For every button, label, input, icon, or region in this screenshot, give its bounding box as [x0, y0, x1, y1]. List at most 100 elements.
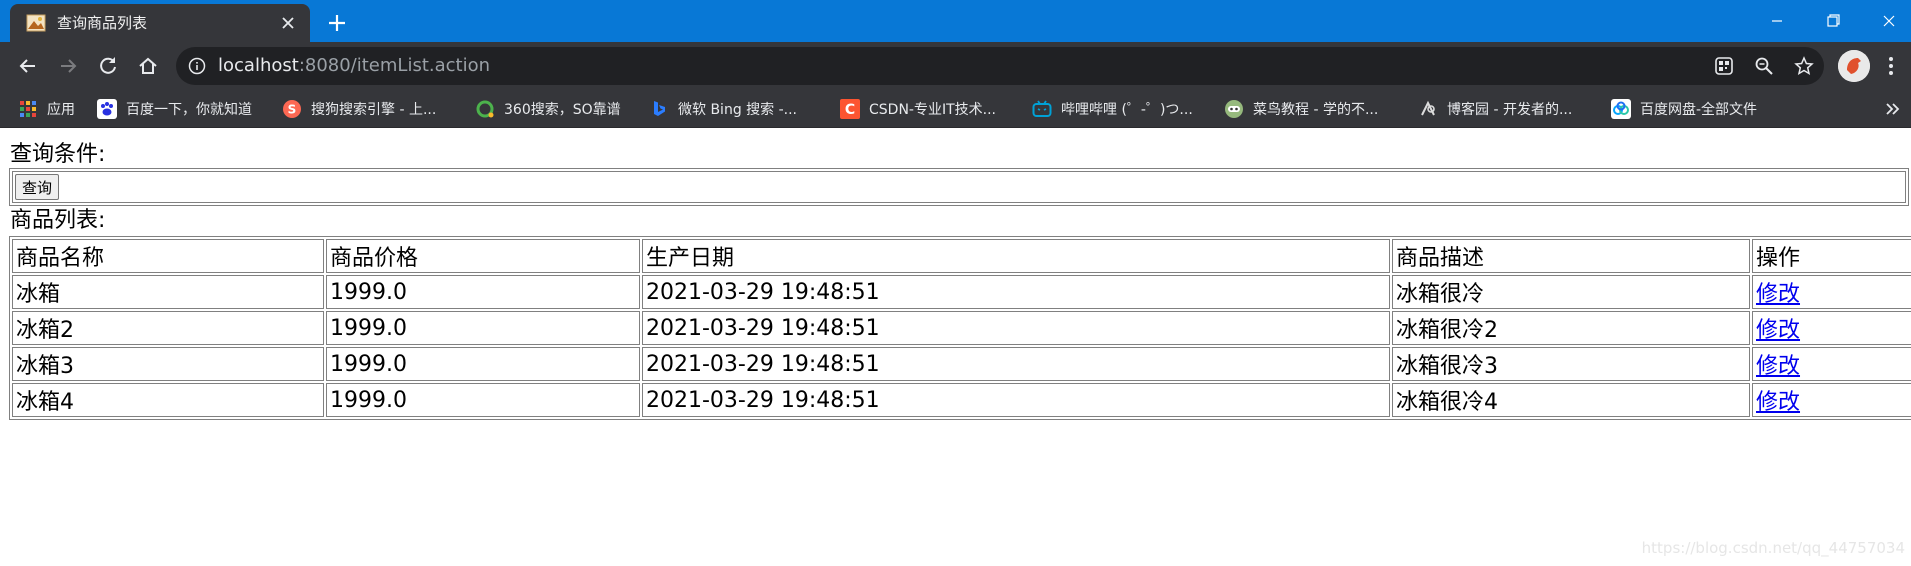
item-list-label: 商品列表:	[10, 208, 106, 233]
chevron-double-right-icon[interactable]	[1882, 99, 1902, 119]
bing-icon	[654, 101, 665, 116]
baidu-netdisk-icon	[1611, 99, 1631, 119]
table-row: 冰箱4 1999.0 2021-03-29 19:48:51 冰箱很冷4 修改	[12, 383, 1911, 417]
close-tab-icon[interactable]	[278, 13, 298, 33]
column-header-price: 商品价格	[326, 239, 640, 273]
item-price-cell: 1999.0	[326, 311, 640, 345]
address-bar[interactable]: localhost:8080/itemList.action	[176, 47, 1824, 85]
back-arrow-icon[interactable]	[14, 52, 42, 80]
bookmark-baidu[interactable]: 百度一下，你就知道	[97, 90, 252, 128]
table-header-row: 商品名称 商品价格 生产日期 商品描述 操作	[12, 239, 1911, 273]
item-price-cell: 1999.0	[326, 275, 640, 309]
bookmark-label: 哔哩哔哩 (゜-゜)つ...	[1061, 102, 1193, 118]
item-name-cell: 冰箱	[12, 275, 324, 309]
bookmark-label: 360搜索，SO靠谱	[504, 102, 621, 118]
item-list-table: 商品名称 商品价格 生产日期 商品描述 操作 冰箱 1999.0 2021-03…	[9, 236, 1911, 420]
bookmark-bing[interactable]: 微软 Bing 搜索 -...	[649, 90, 797, 128]
bookmark-baidu-netdisk[interactable]: 百度网盘-全部文件	[1611, 90, 1757, 128]
home-icon[interactable]	[134, 52, 162, 80]
csdn-icon: C	[840, 99, 860, 119]
apps-grid-icon	[20, 101, 36, 117]
page-content: 查询条件: 查询 商品列表: 商品名称 商品价格 生产日期 商品描述 操作 冰箱…	[0, 128, 1911, 566]
item-action-cell: 修改	[1752, 347, 1911, 381]
edit-link[interactable]: 修改	[1756, 354, 1800, 379]
restore-window-icon[interactable]	[1810, 6, 1856, 36]
qr-code-icon[interactable]	[1714, 56, 1734, 76]
bookmark-label: 菜鸟教程 - 学的不...	[1253, 102, 1379, 118]
column-header-date: 生产日期	[642, 239, 1390, 273]
picture-icon	[26, 14, 46, 32]
item-desc-cell: 冰箱很冷3	[1392, 347, 1750, 381]
forward-arrow-icon[interactable]	[54, 52, 82, 80]
title-bar: 查询商品列表	[0, 0, 1911, 42]
bookmark-label: 博客园 - 开发者的...	[1447, 102, 1573, 118]
reload-icon[interactable]	[94, 52, 122, 80]
bookmark-star-icon[interactable]	[1794, 56, 1814, 76]
item-desc-cell: 冰箱很冷2	[1392, 311, 1750, 345]
edit-link[interactable]: 修改	[1756, 318, 1800, 343]
url-host: localhost	[218, 55, 299, 76]
bookmark-sogou[interactable]: S 搜狗搜索引擎 - 上...	[282, 90, 436, 128]
360-search-icon	[476, 100, 494, 118]
bookmark-apps[interactable]: 应用	[18, 90, 75, 128]
query-form-row: 查询	[12, 171, 1906, 203]
svg-text:S: S	[288, 103, 297, 117]
edit-link[interactable]: 修改	[1756, 390, 1800, 415]
bookmark-360[interactable]: 360搜索，SO靠谱	[475, 90, 621, 128]
item-name-cell: 冰箱2	[12, 311, 324, 345]
table-row: 冰箱 1999.0 2021-03-29 19:48:51 冰箱很冷 修改	[12, 275, 1911, 309]
item-name-cell: 冰箱3	[12, 347, 324, 381]
item-date-cell: 2021-03-29 19:48:51	[642, 275, 1390, 309]
item-desc-cell: 冰箱很冷	[1392, 275, 1750, 309]
avatar-image-icon	[1838, 50, 1870, 82]
browser-toolbar: localhost:8080/itemList.action	[0, 42, 1911, 90]
query-form-cell: 查询	[12, 171, 1906, 203]
bookmark-label: 搜狗搜索引擎 - 上...	[311, 102, 437, 118]
item-date-cell: 2021-03-29 19:48:51	[642, 383, 1390, 417]
bookmark-label: 百度网盘-全部文件	[1640, 102, 1758, 118]
site-info-icon[interactable]	[188, 57, 206, 75]
query-form-table: 查询	[9, 168, 1909, 206]
item-desc-cell: 冰箱很冷4	[1392, 383, 1750, 417]
item-date-cell: 2021-03-29 19:48:51	[642, 347, 1390, 381]
item-action-cell: 修改	[1752, 275, 1911, 309]
bookmark-label: 应用	[47, 102, 75, 118]
edit-link[interactable]: 修改	[1756, 282, 1800, 307]
url-text[interactable]: localhost:8080/itemList.action	[218, 55, 490, 77]
url-path: :8080/itemList.action	[298, 55, 491, 76]
item-date-cell: 2021-03-29 19:48:51	[642, 311, 1390, 345]
profile-avatar[interactable]	[1838, 50, 1870, 82]
watermark: https://blog.csdn.net/qq_44757034	[1641, 539, 1905, 557]
bookmark-bilibili[interactable]: 哔哩哔哩 (゜-゜)つ...	[1032, 90, 1193, 128]
tab-title: 查询商品列表	[57, 14, 148, 32]
item-price-cell: 1999.0	[326, 347, 640, 381]
zoom-icon[interactable]	[1754, 56, 1774, 76]
query-button[interactable]: 查询	[15, 174, 60, 200]
minimize-window-icon[interactable]	[1754, 6, 1800, 36]
item-name-cell: 冰箱4	[12, 383, 324, 417]
item-price-cell: 1999.0	[326, 383, 640, 417]
bookmarks-bar: 应用 百度一下，你就知道 S 搜狗搜索引擎 - 上... 360搜索，SO靠谱 …	[0, 90, 1911, 128]
browser-tab-active[interactable]: 查询商品列表	[10, 4, 310, 42]
bilibili-icon	[1032, 100, 1052, 117]
more-vertical-icon[interactable]	[1880, 52, 1902, 80]
table-row: 冰箱3 1999.0 2021-03-29 19:48:51 冰箱很冷3 修改	[12, 347, 1911, 381]
table-row: 冰箱2 1999.0 2021-03-29 19:48:51 冰箱很冷2 修改	[12, 311, 1911, 345]
sogou-icon: S	[283, 100, 301, 118]
item-action-cell: 修改	[1752, 383, 1911, 417]
column-header-name: 商品名称	[12, 239, 324, 273]
bookmark-csdn[interactable]: C CSDN-专业IT技术...	[840, 90, 996, 128]
runoob-icon	[1225, 100, 1243, 118]
column-header-action: 操作	[1752, 239, 1911, 273]
bookmark-runoob[interactable]: 菜鸟教程 - 学的不...	[1224, 90, 1378, 128]
close-window-icon[interactable]	[1866, 6, 1911, 36]
bookmark-label: 微软 Bing 搜索 -...	[678, 102, 798, 118]
new-tab-plus-icon[interactable]	[324, 10, 350, 36]
baidu-paw-icon	[97, 99, 117, 119]
svg-text:C: C	[845, 102, 855, 118]
column-header-desc: 商品描述	[1392, 239, 1750, 273]
cnblogs-icon	[1421, 100, 1435, 116]
bookmark-cnblogs[interactable]: 博客园 - 开发者的...	[1418, 90, 1572, 128]
bookmark-label: 百度一下，你就知道	[126, 102, 252, 118]
bookmark-label: CSDN-专业IT技术...	[869, 102, 996, 118]
